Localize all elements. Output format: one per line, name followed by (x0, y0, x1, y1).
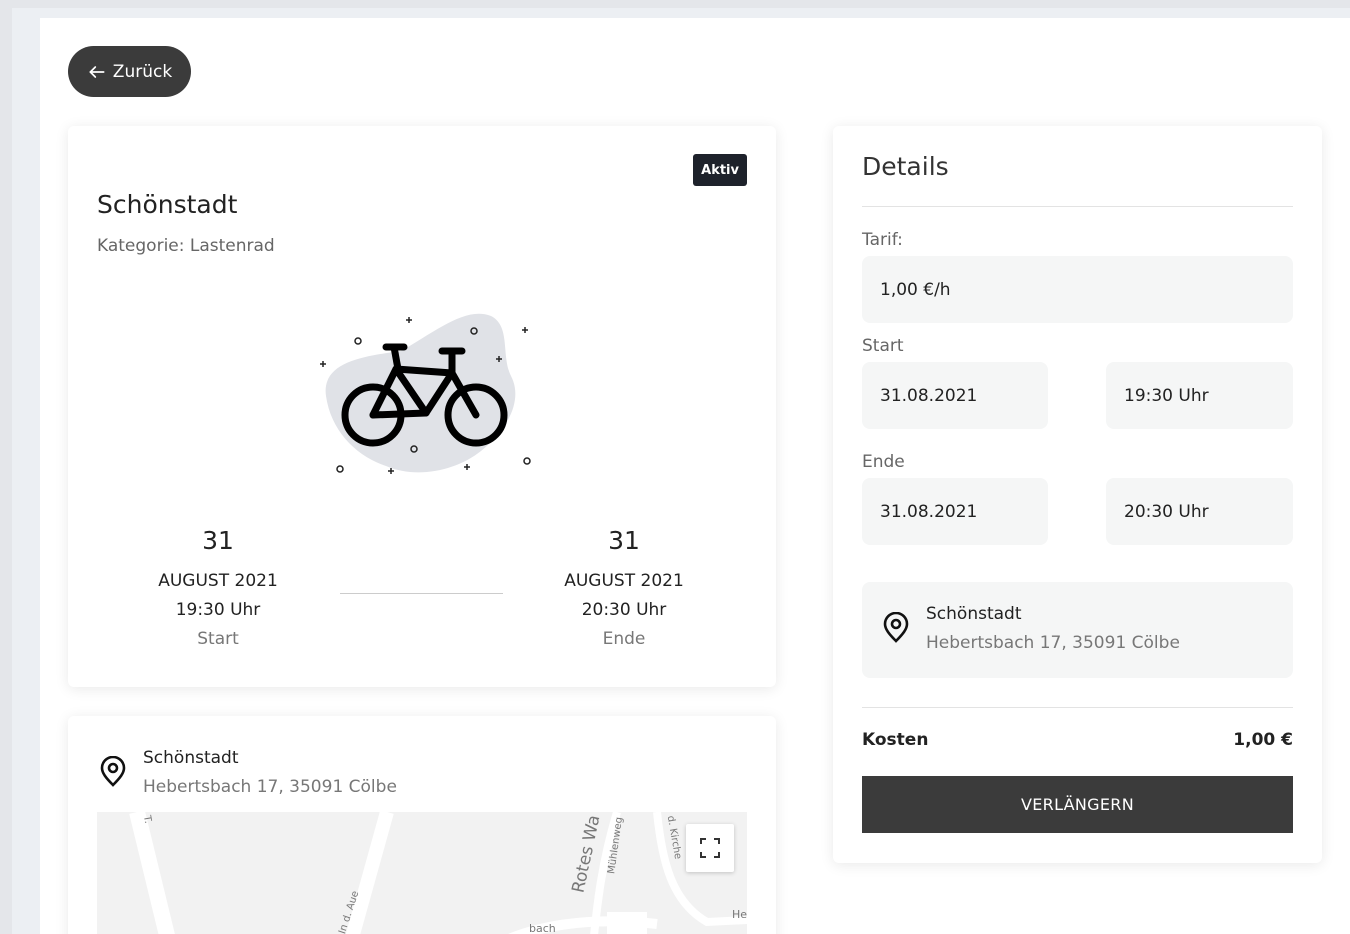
start-field-label: Start (862, 336, 904, 356)
map-view[interactable]: Rotes Wa Mühlenweg d. Kirche In d. Aue b… (97, 812, 747, 934)
category-text: Kategorie: Lastenrad (97, 236, 275, 256)
tariff-field: 1,00 €/h (862, 256, 1293, 323)
start-date-field: 31.08.2021 (862, 362, 1048, 429)
booking-detail-page: Zurück Aktiv Schönstadt Kategorie: Laste… (40, 18, 1350, 934)
end-date-field: 31.08.2021 (862, 478, 1048, 545)
status-badge: Aktiv (693, 154, 747, 186)
location-address: Hebertsbach 17, 35091 Cölbe (143, 777, 397, 797)
start-time-field: 19:30 Uhr (1106, 362, 1293, 429)
details-location-address: Hebertsbach 17, 35091 Cölbe (926, 633, 1180, 653)
details-location-box: Schönstadt Hebertsbach 17, 35091 Cölbe (862, 582, 1293, 678)
details-divider (862, 206, 1293, 207)
cost-value: 1,00 € (1233, 730, 1293, 750)
end-time: 20:30 Uhr (581, 600, 667, 620)
details-title: Details (862, 152, 949, 181)
station-title: Schönstadt (97, 190, 238, 219)
details-location-name: Schönstadt (926, 604, 1022, 624)
booking-card: Aktiv Schönstadt Kategorie: Lastenrad 31… (68, 126, 776, 687)
map-roads (129, 812, 747, 934)
end-day: 31 (608, 526, 640, 555)
details-card: Details Tarif: 1,00 €/h Start 31.08.2021… (833, 126, 1322, 863)
cost-label: Kosten (862, 730, 929, 750)
location-pin-icon (100, 756, 126, 787)
end-field-label: Ende (862, 452, 905, 472)
location-map-card: Schönstadt Hebertsbach 17, 35091 Cölbe R… (68, 716, 776, 934)
cost-divider (862, 707, 1293, 708)
location-info: Schönstadt Hebertsbach 17, 35091 Cölbe (97, 744, 397, 802)
fullscreen-icon (700, 838, 720, 858)
end-time-field: 20:30 Uhr (1106, 478, 1293, 545)
window-top-edge (0, 0, 1350, 8)
map-fullscreen-button[interactable] (686, 824, 734, 872)
start-label: Start (197, 629, 239, 649)
bicycle-icon (320, 313, 531, 474)
location-name: Schönstadt (143, 748, 239, 768)
start-day: 31 (202, 526, 234, 555)
back-button[interactable]: Zurück (68, 46, 191, 97)
location-pin-icon (883, 612, 909, 643)
map-label-he: He (732, 908, 747, 921)
details-location-info: Schönstadt Hebertsbach 17, 35091 Cölbe (880, 600, 1180, 658)
end-date-block: 31 AUGUST 2021 20:30 Uhr Ende (514, 526, 734, 654)
end-label: Ende (602, 629, 646, 649)
window-left-edge (0, 0, 12, 934)
tariff-label: Tarif: (862, 230, 903, 250)
start-date-block: 31 AUGUST 2021 19:30 Uhr Start (108, 526, 328, 654)
start-time: 19:30 Uhr (175, 600, 261, 620)
start-month-year: AUGUST 2021 (158, 571, 278, 591)
extend-button[interactable]: VERLÄNGERN (862, 776, 1293, 833)
arrow-left-icon (89, 65, 105, 78)
back-button-label: Zurück (112, 61, 173, 82)
map-label-bach: bach (529, 922, 556, 934)
end-month-year: AUGUST 2021 (564, 571, 684, 591)
date-divider (340, 593, 503, 594)
